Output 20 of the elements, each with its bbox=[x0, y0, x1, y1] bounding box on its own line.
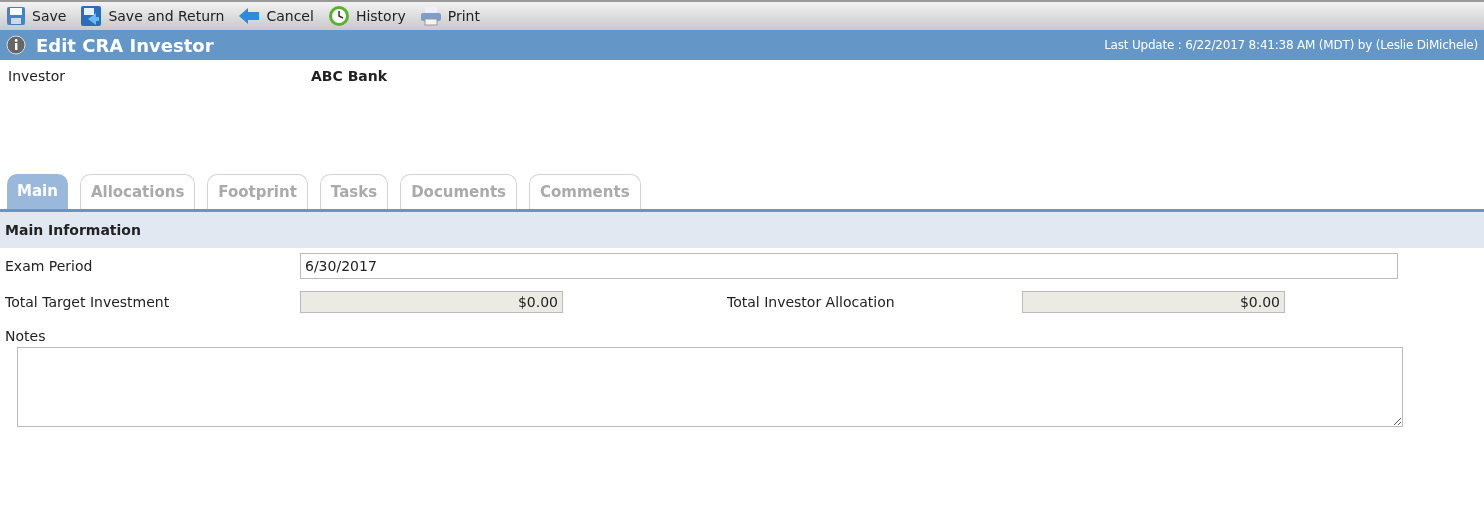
field-label: Total Investor Allocation bbox=[727, 292, 896, 312]
input-field[interactable]: 6/30/2017 bbox=[300, 253, 1398, 279]
printer-icon bbox=[419, 6, 442, 26]
notes-field[interactable] bbox=[17, 347, 1403, 427]
field-label: Total Target Investment bbox=[5, 292, 171, 312]
clock-icon bbox=[327, 5, 350, 27]
toolbar-button[interactable]: Cancel bbox=[238, 5, 314, 27]
page-title: Edit CRA Investor bbox=[36, 33, 214, 58]
notes-label: Notes bbox=[5, 328, 46, 344]
field-label: Exam Period bbox=[5, 256, 94, 276]
left-arrow-icon bbox=[238, 7, 261, 25]
toolbar-button[interactable]: History bbox=[327, 5, 406, 27]
last-update-text: Last Update : 6/22/2017 8:41:38 AM (MDT) by (Leslie DiMichele) bbox=[1104, 37, 1478, 54]
toolbar-button[interactable]: Save bbox=[6, 5, 67, 27]
toolbar-button[interactable]: Print bbox=[419, 5, 480, 27]
section-title: Main Information bbox=[5, 220, 141, 240]
info-icon bbox=[6, 35, 26, 55]
investor-value: ABC Bank bbox=[311, 67, 388, 86]
toolbar-button[interactable]: Save and Return bbox=[80, 5, 225, 27]
investor-label: Investor bbox=[8, 67, 66, 86]
